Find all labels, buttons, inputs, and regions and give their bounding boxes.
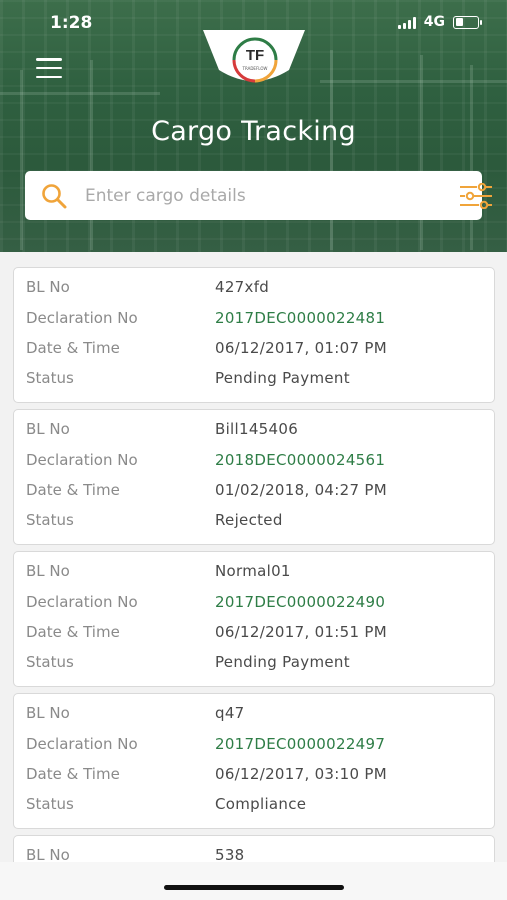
date-time-label: Date & Time [26,481,120,499]
bl-no-label: BL No [26,278,70,296]
logo-text: TF [245,47,265,64]
battery-icon [453,15,482,29]
status-value: Pending Payment [215,369,350,387]
logo-subtext: TRADEFLOW [242,66,268,71]
date-time-value: 06/12/2017, 03:10 PM [215,765,387,783]
cargo-card[interactable]: BL No Normal01 Declaration No 2017DEC00000… [13,551,495,687]
declaration-no-value: 2017DEC0000022481 [215,309,386,327]
status-label: Status [26,369,74,387]
date-time-label: Date & Time [26,765,120,783]
status-value: Pending Payment [215,653,350,671]
status-label: Status [26,511,74,529]
bl-no-label: BL No [26,420,70,438]
date-time-value: 06/12/2017, 01:51 PM [215,623,387,641]
hamburger-menu-icon[interactable] [36,58,62,78]
page-title: Cargo Tracking [151,116,356,147]
search-input[interactable] [85,181,425,210]
declaration-no-value: 2017DEC0000022490 [215,593,386,611]
network-type: 4G [423,14,445,30]
home-indicator[interactable] [164,885,344,890]
declaration-no-value: 2017DEC0000022497 [215,735,386,753]
header-banner: 1:28 4G TF TRADEFLOW Cargo Tracking [0,0,507,252]
declaration-no-label: Declaration No [26,451,138,469]
declaration-no-label: Declaration No [26,593,138,611]
signal-icon [397,16,416,29]
bl-no-label: BL No [26,704,70,722]
bl-no-value: 427xfd [215,278,270,296]
search-bar [25,171,492,220]
cargo-card[interactable]: BL No 427xfd Declaration No 2017DEC0000022… [13,267,495,403]
status-value: Compliance [215,795,307,813]
status-label: Status [26,653,74,671]
date-time-value: 01/02/2018, 04:27 PM [215,481,387,499]
declaration-no-value: 2018DEC0000024561 [215,451,386,469]
bl-no-value: Bill145406 [215,420,299,438]
status-time: 1:28 [50,13,93,33]
sliders-filter-icon[interactable] [459,183,493,209]
declaration-no-label: Declaration No [26,735,138,753]
date-time-label: Date & Time [26,623,120,641]
bl-no-label: BL No [26,562,70,580]
bottom-safe-area [0,862,507,900]
search-icon[interactable] [41,183,67,209]
cargo-card[interactable]: BL No q47 Declaration No 2017DEC0000022497… [13,693,495,829]
date-time-value: 06/12/2017, 01:07 PM [215,339,387,357]
cargo-list: BL No 427xfd Declaration No 2017DEC0000022… [13,267,495,900]
status-label: Status [26,795,74,813]
bl-no-value: q47 [215,704,245,722]
status-value: Rejected [215,511,283,529]
date-time-label: Date & Time [26,339,120,357]
cargo-card[interactable]: BL No Bill145406 Declaration No 2018DEC000… [13,409,495,545]
bl-no-value: Normal01 [215,562,291,580]
app-logo: TF TRADEFLOW [229,36,281,84]
declaration-no-label: Declaration No [26,309,138,327]
